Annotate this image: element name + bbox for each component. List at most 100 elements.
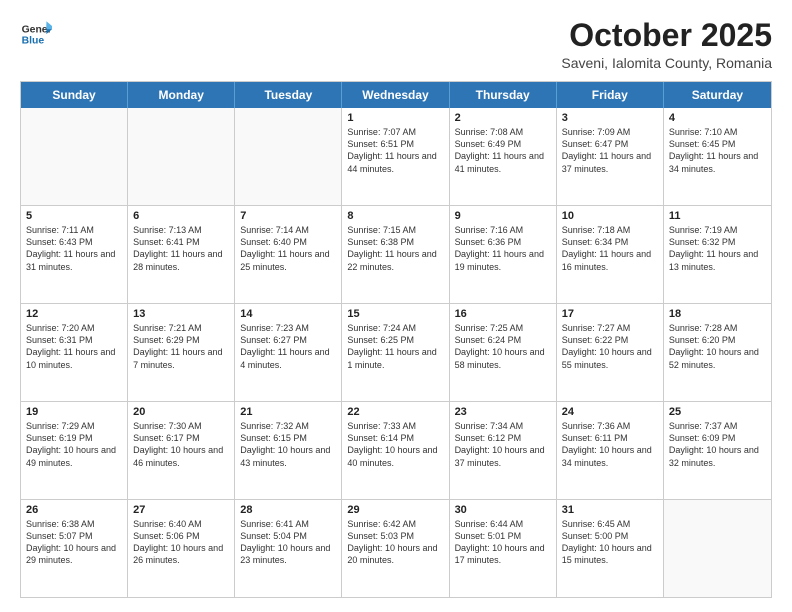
day-info: Sunrise: 6:42 AMSunset: 5:03 PMDaylight:… — [347, 518, 443, 567]
day-info: Sunrise: 7:24 AMSunset: 6:25 PMDaylight:… — [347, 322, 443, 371]
day-info: Sunrise: 6:45 AMSunset: 5:00 PMDaylight:… — [562, 518, 658, 567]
day-info: Sunrise: 7:29 AMSunset: 6:19 PMDaylight:… — [26, 420, 122, 469]
day-number: 19 — [26, 406, 122, 418]
day-info: Sunrise: 7:21 AMSunset: 6:29 PMDaylight:… — [133, 322, 229, 371]
day-number: 28 — [240, 504, 336, 516]
day-number: 7 — [240, 210, 336, 222]
logo-icon: General Blue — [20, 18, 52, 50]
day-number: 9 — [455, 210, 551, 222]
day-number: 30 — [455, 504, 551, 516]
empty-cell — [235, 108, 342, 205]
day-info: Sunrise: 7:34 AMSunset: 6:12 PMDaylight:… — [455, 420, 551, 469]
day-cell-23: 23 Sunrise: 7:34 AMSunset: 6:12 PMDayligh… — [450, 402, 557, 499]
day-number: 8 — [347, 210, 443, 222]
day-number: 26 — [26, 504, 122, 516]
day-cell-13: 13 Sunrise: 7:21 AMSunset: 6:29 PMDayligh… — [128, 304, 235, 401]
header: General Blue October 2025 Saveni, Ialomi… — [20, 18, 772, 71]
day-cell-28: 28 Sunrise: 6:41 AMSunset: 5:04 PMDayligh… — [235, 500, 342, 597]
day-info: Sunrise: 7:09 AMSunset: 6:47 PMDaylight:… — [562, 126, 658, 175]
day-cell-16: 16 Sunrise: 7:25 AMSunset: 6:24 PMDayligh… — [450, 304, 557, 401]
day-info: Sunrise: 7:20 AMSunset: 6:31 PMDaylight:… — [26, 322, 122, 371]
day-info: Sunrise: 7:25 AMSunset: 6:24 PMDaylight:… — [455, 322, 551, 371]
header-day-tuesday: Tuesday — [235, 82, 342, 108]
day-info: Sunrise: 7:32 AMSunset: 6:15 PMDaylight:… — [240, 420, 336, 469]
day-cell-20: 20Sunrise: 7:30 AMSunset: 6:17 PMDayligh… — [128, 402, 235, 499]
day-cell-17: 17 Sunrise: 7:27 AMSunset: 6:22 PMDayligh… — [557, 304, 664, 401]
calendar-row-0: 1Sunrise: 7:07 AMSunset: 6:51 PMDaylight… — [21, 108, 771, 206]
day-number: 16 — [455, 308, 551, 320]
day-cell-11: 11 Sunrise: 7:19 AMSunset: 6:32 PMDayligh… — [664, 206, 771, 303]
day-info: Sunrise: 7:16 AMSunset: 6:36 PMDaylight:… — [455, 224, 551, 273]
calendar-header: SundayMondayTuesdayWednesdayThursdayFrid… — [21, 82, 771, 108]
day-number: 6 — [133, 210, 229, 222]
header-day-friday: Friday — [557, 82, 664, 108]
day-cell-24: 24 Sunrise: 7:36 AMSunset: 6:11 PMDayligh… — [557, 402, 664, 499]
day-number: 15 — [347, 308, 443, 320]
day-number: 31 — [562, 504, 658, 516]
day-number: 11 — [669, 210, 766, 222]
header-day-sunday: Sunday — [21, 82, 128, 108]
day-number: 17 — [562, 308, 658, 320]
svg-text:Blue: Blue — [22, 36, 45, 47]
day-info: Sunrise: 7:27 AMSunset: 6:22 PMDaylight:… — [562, 322, 658, 371]
day-number: 4 — [669, 112, 766, 124]
day-cell-31: 31 Sunrise: 6:45 AMSunset: 5:00 PMDayligh… — [557, 500, 664, 597]
day-info: Sunrise: 7:13 AMSunset: 6:41 PMDaylight:… — [133, 224, 229, 273]
day-cell-15: 15 Sunrise: 7:24 AMSunset: 6:25 PMDayligh… — [342, 304, 449, 401]
day-number: 21 — [240, 406, 336, 418]
day-cell-12: 12 Sunrise: 7:20 AMSunset: 6:31 PMDayligh… — [21, 304, 128, 401]
day-cell-1: 1Sunrise: 7:07 AMSunset: 6:51 PMDaylight… — [342, 108, 449, 205]
day-number: 5 — [26, 210, 122, 222]
main-title: October 2025 — [561, 18, 772, 53]
day-info: Sunrise: 7:23 AMSunset: 6:27 PMDaylight:… — [240, 322, 336, 371]
day-number: 27 — [133, 504, 229, 516]
day-cell-4: 4 Sunrise: 7:10 AMSunset: 6:45 PMDaylight… — [664, 108, 771, 205]
day-number: 25 — [669, 406, 766, 418]
day-cell-29: 29Sunrise: 6:42 AMSunset: 5:03 PMDayligh… — [342, 500, 449, 597]
day-cell-5: 5Sunrise: 7:11 AMSunset: 6:43 PMDaylight… — [21, 206, 128, 303]
day-cell-6: 6 Sunrise: 7:13 AMSunset: 6:41 PMDaylight… — [128, 206, 235, 303]
day-number: 18 — [669, 308, 766, 320]
day-number: 22 — [347, 406, 443, 418]
day-cell-30: 30Sunrise: 6:44 AMSunset: 5:01 PMDayligh… — [450, 500, 557, 597]
day-cell-10: 10 Sunrise: 7:18 AMSunset: 6:34 PMDayligh… — [557, 206, 664, 303]
empty-cell — [128, 108, 235, 205]
day-info: Sunrise: 6:41 AMSunset: 5:04 PMDaylight:… — [240, 518, 336, 567]
day-number: 14 — [240, 308, 336, 320]
subtitle: Saveni, Ialomita County, Romania — [561, 55, 772, 71]
day-info: Sunrise: 7:18 AMSunset: 6:34 PMDaylight:… — [562, 224, 658, 273]
title-block: October 2025 Saveni, Ialomita County, Ro… — [561, 18, 772, 71]
day-number: 24 — [562, 406, 658, 418]
day-cell-8: 8Sunrise: 7:15 AMSunset: 6:38 PMDaylight… — [342, 206, 449, 303]
empty-cell — [21, 108, 128, 205]
day-cell-27: 27 Sunrise: 6:40 AMSunset: 5:06 PMDayligh… — [128, 500, 235, 597]
day-info: Sunrise: 6:40 AMSunset: 5:06 PMDaylight:… — [133, 518, 229, 567]
day-cell-22: 22Sunrise: 7:33 AMSunset: 6:14 PMDayligh… — [342, 402, 449, 499]
header-day-monday: Monday — [128, 82, 235, 108]
calendar-row-1: 5Sunrise: 7:11 AMSunset: 6:43 PMDaylight… — [21, 206, 771, 304]
day-info: Sunrise: 7:14 AMSunset: 6:40 PMDaylight:… — [240, 224, 336, 273]
day-info: Sunrise: 7:37 AMSunset: 6:09 PMDaylight:… — [669, 420, 766, 469]
day-number: 1 — [347, 112, 443, 124]
logo: General Blue — [20, 18, 52, 50]
day-info: Sunrise: 7:10 AMSunset: 6:45 PMDaylight:… — [669, 126, 766, 175]
calendar-row-3: 19 Sunrise: 7:29 AMSunset: 6:19 PMDayligh… — [21, 402, 771, 500]
day-number: 12 — [26, 308, 122, 320]
day-cell-25: 25 Sunrise: 7:37 AMSunset: 6:09 PMDayligh… — [664, 402, 771, 499]
day-info: Sunrise: 7:19 AMSunset: 6:32 PMDaylight:… — [669, 224, 766, 273]
day-cell-7: 7 Sunrise: 7:14 AMSunset: 6:40 PMDaylight… — [235, 206, 342, 303]
day-number: 23 — [455, 406, 551, 418]
day-info: Sunrise: 7:36 AMSunset: 6:11 PMDaylight:… — [562, 420, 658, 469]
header-day-thursday: Thursday — [450, 82, 557, 108]
day-number: 10 — [562, 210, 658, 222]
calendar: SundayMondayTuesdayWednesdayThursdayFrid… — [20, 81, 772, 598]
day-info: Sunrise: 6:38 AMSunset: 5:07 PMDaylight:… — [26, 518, 122, 567]
day-info: Sunrise: 7:30 AMSunset: 6:17 PMDaylight:… — [133, 420, 229, 469]
day-cell-18: 18Sunrise: 7:28 AMSunset: 6:20 PMDayligh… — [664, 304, 771, 401]
day-number: 2 — [455, 112, 551, 124]
empty-cell — [664, 500, 771, 597]
calendar-body: 1Sunrise: 7:07 AMSunset: 6:51 PMDaylight… — [21, 108, 771, 597]
page: General Blue October 2025 Saveni, Ialomi… — [0, 0, 792, 612]
day-number: 13 — [133, 308, 229, 320]
calendar-row-4: 26 Sunrise: 6:38 AMSunset: 5:07 PMDayligh… — [21, 500, 771, 597]
